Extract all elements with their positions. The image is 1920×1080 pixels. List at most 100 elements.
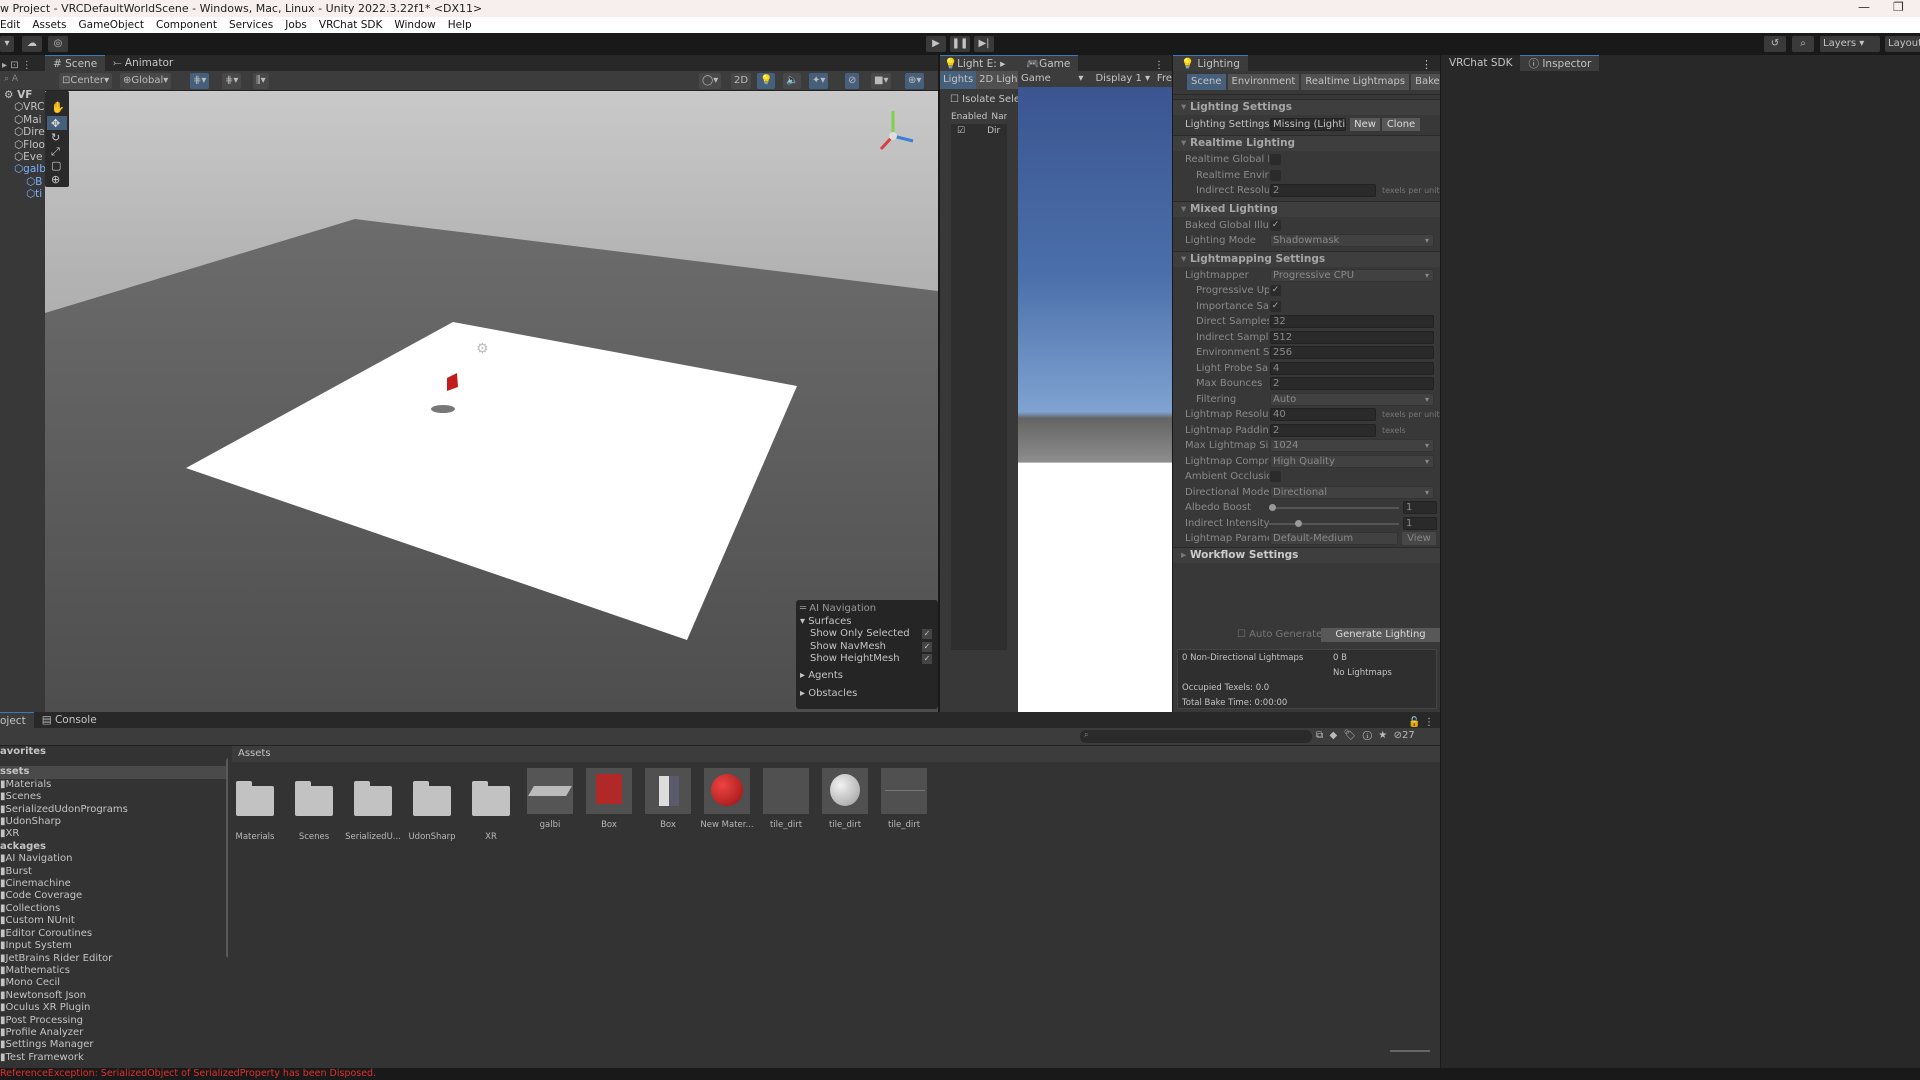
lighting-subtab-2[interactable]: Realtime Lightmaps [1301,74,1410,90]
cloud-icon[interactable]: ☁ [22,36,42,52]
column-name[interactable]: Nar [991,112,1007,122]
asset-item[interactable]: UdonSharp [403,768,461,842]
setting-input[interactable]: 2 [1270,423,1376,437]
tab-game[interactable]: 🎮Game [1018,55,1079,71]
agents-foldout[interactable]: ▸ Agents [800,670,934,683]
audio-toggle-icon[interactable]: 🔈 [783,73,802,89]
project-tree-item[interactable]: ▮Custom NUnit [0,915,228,927]
project-tree-item[interactable]: ▮UdonSharp [0,816,228,828]
view-button[interactable]: View [1402,532,1436,545]
project-tree-item[interactable]: ▮Cinemachine [0,878,228,890]
effects-dropdown[interactable]: ✦▾ [809,73,829,89]
project-tree-item[interactable]: ▮Post Processing [0,1015,228,1027]
lighting-subtab-3[interactable]: Baked Lightm [1411,74,1440,90]
setting-dropdown[interactable]: 1024 ▾ [1270,439,1434,452]
lighting-toggle-icon[interactable]: 💡 [757,73,776,89]
project-tree-item[interactable]: ▮Profile Analyzer [0,1027,228,1039]
step-button[interactable]: ▶| [974,36,994,52]
tab-project[interactable]: oject [0,712,34,728]
hierarchy-root[interactable]: ⚙ VF [4,89,45,101]
setting-input[interactable]: 256 [1270,346,1434,359]
asset-item[interactable]: galbi [521,768,579,830]
menu-assets[interactable]: Assets [32,17,66,33]
rotate-tool-icon[interactable]: ↻ [51,131,60,144]
tab-animator[interactable]: ⤚ Animator [105,55,182,71]
setting-dropdown[interactable]: Default-Medium [1270,532,1398,545]
project-tree-item[interactable]: ▮Editor Coroutines [0,928,228,940]
lighting-menu-icon[interactable]: ⋮ [1421,58,1440,71]
tab-vrchat-sdk[interactable]: VRChat SDK [1441,55,1521,71]
setting-checkbox[interactable]: ✓ [1270,285,1281,296]
setting-input[interactable]: 40 [1270,408,1376,421]
menu-edit[interactable]: Edit [0,17,20,33]
game-menu-icon[interactable]: ⋮ [1154,60,1172,71]
asset-item[interactable]: SerializedU... [344,768,402,842]
project-tree-item[interactable]: ▮Code Coverage [0,890,228,902]
project-tree-item[interactable]: ▮Input System [0,940,228,952]
section-header[interactable]: ▾ Lightmapping Settings [1173,250,1440,267]
isolate-selection-toggle[interactable]: ☐ Isolate Selec [940,89,1018,110]
hierarchy-item[interactable]: ⬡Floo [4,139,45,151]
setting-input[interactable]: 2 [1270,184,1376,197]
search-icon[interactable]: ⌕ [1792,36,1814,52]
align-button[interactable]: ⫼▾ [253,73,269,89]
hierarchy-search[interactable]: ⌕ A [0,71,45,89]
rect-tool-icon[interactable]: ▢ [51,159,61,172]
tab-console[interactable]: ▤ Console [33,712,105,728]
camera-dropdown[interactable]: ■▾ [871,73,892,89]
draw-mode-dropdown[interactable]: ◯▾ [699,73,722,89]
tab-inspector[interactable]: ⓘ Inspector [1520,55,1600,71]
auto-generate-toggle[interactable]: ☐ Auto Generate [1237,629,1322,640]
generate-lighting-button[interactable]: Generate Lighting [1321,628,1440,642]
hierarchy-item[interactable]: ⬡Eve [4,151,45,163]
menu-help[interactable]: Help [448,17,472,33]
new-button[interactable]: New [1350,118,1380,131]
restore-button[interactable]: ❐ [1893,0,1904,14]
play-button[interactable]: ▶ [926,36,946,52]
game-mode-dropdown[interactable]: Game ▾ [1018,71,1087,87]
setting-checkbox[interactable] [1270,154,1281,165]
column-enabled[interactable]: Enabled [951,112,987,122]
clone-button[interactable]: Clone [1382,118,1420,131]
layers-dropdown[interactable]: Layers ▾ [1820,36,1880,52]
project-tree-item[interactable]: ▮Scenes [0,791,228,803]
nav-option-checkbox[interactable]: ✓ [922,629,932,639]
table-row[interactable]: ☑ Dir [951,124,1007,138]
slider-value[interactable]: 1 [1403,501,1437,514]
project-tree-item[interactable]: ▮Test Framework [0,1052,228,1064]
surfaces-foldout[interactable]: ▾ Surfaces [800,616,934,629]
setting-dropdown[interactable]: Directional ▾ [1270,485,1434,499]
nav-option[interactable]: Show NavMesh ✓ [800,641,934,654]
nav-option-checkbox[interactable]: ✓ [922,641,932,652]
aspect-dropdown[interactable]: Fre [1157,71,1172,87]
lighting-subtab-1[interactable]: Environment [1227,74,1300,90]
transform-tool-icon[interactable]: ⊕ [51,173,60,186]
setting-checkbox[interactable]: ✓ [1270,300,1281,312]
slider-handle[interactable] [1295,519,1302,527]
ai-navigation-title[interactable]: ═ AI Navigation [800,603,934,616]
setting-dropdown[interactable]: High Quality ▾ [1270,454,1434,468]
setting-checkbox[interactable] [1270,169,1281,181]
asset-item[interactable]: New Mater... [698,768,756,830]
project-filter-icons[interactable]: ⧉ ◆ 🏷 ⓘ ★ ⊘27 [1316,730,1415,741]
hierarchy-item[interactable]: ⬡VRC [4,101,45,113]
console-error-message[interactable]: ReferenceException: SerializedObject of … [0,1068,376,1079]
icon-size-slider[interactable] [1390,1050,1430,1052]
project-tree-item[interactable]: ▮Newtonsoft Json [0,990,228,1002]
asset-item[interactable]: Box [580,768,638,830]
setting-checkbox[interactable] [1270,471,1281,482]
grid-snap-button[interactable]: ⋕▾ [190,73,210,89]
menu-window[interactable]: Window [394,17,435,33]
pause-button[interactable]: ❚❚ [950,36,970,52]
asset-item[interactable]: XR [462,768,520,842]
asset-item[interactable]: tile_dirt [816,768,874,830]
asset-item[interactable]: tile_dirt [757,768,815,830]
setting-dropdown[interactable]: Shadowmask ▾ [1270,234,1434,247]
asset-item[interactable]: Scenes [285,768,343,842]
lighting-subtab-0[interactable]: Scene [1187,74,1226,90]
minimize-button[interactable]: — [1858,0,1870,14]
hand-tool-icon[interactable]: ✋ [51,101,65,114]
tab-lighting[interactable]: 💡 Lighting [1173,55,1248,71]
tab-light-explorer[interactable]: 💡Light E: ▸ ⋮ [940,55,1018,86]
project-tree-item[interactable]: ▮Mono Cecil [0,977,228,989]
